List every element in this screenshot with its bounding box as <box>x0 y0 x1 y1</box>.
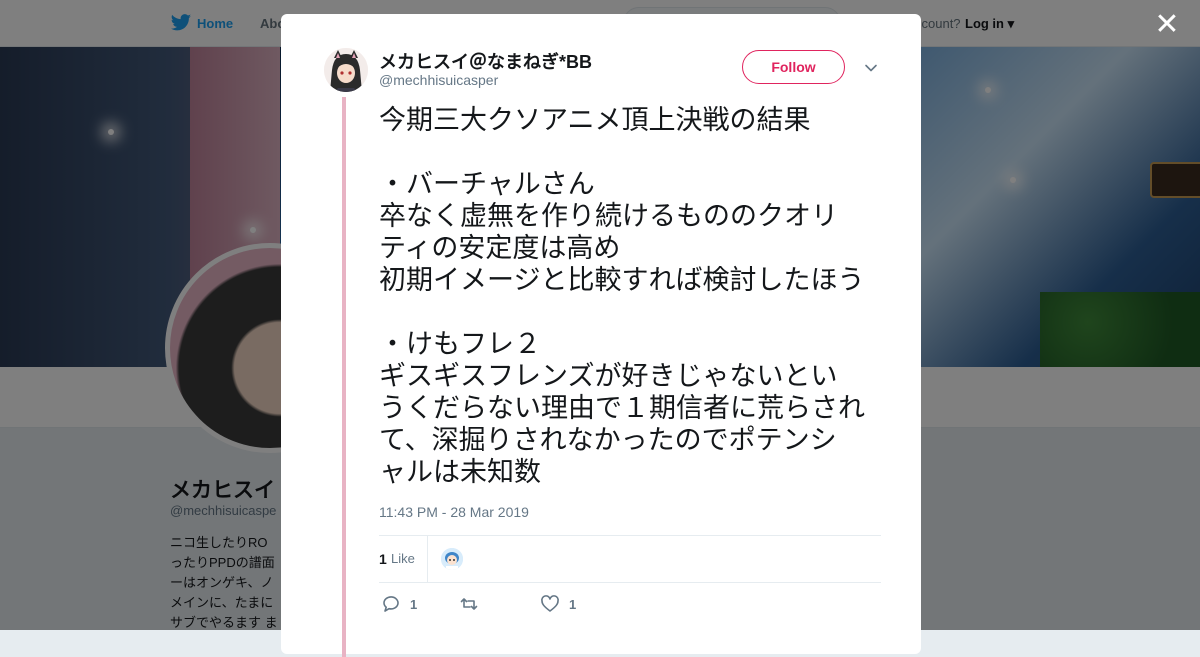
like-action-count: 1 <box>569 596 577 612</box>
liker-avatar-illustration <box>441 548 463 570</box>
follow-button[interactable]: Follow <box>742 50 845 84</box>
tweet-author-handle[interactable]: @mechhisuicasper <box>379 72 498 88</box>
reply-count: 1 <box>410 596 418 612</box>
tweet-author-name[interactable]: メカヒスイ＠なまねぎ*BB <box>379 48 592 74</box>
likes-label[interactable]: Like <box>391 551 415 566</box>
tweet-modal: メカヒスイ＠なまねぎ*BB @mechhisuicasper Follow 今期… <box>281 14 921 657</box>
thread-line <box>342 97 346 657</box>
tweet-stats: 1 Like <box>379 535 881 583</box>
tweet-actions: 1 1 <box>379 592 881 616</box>
tweet-timestamp[interactable]: 11:43 PM - 28 Mar 2019 <box>379 504 529 520</box>
stats-divider <box>427 536 428 582</box>
likes-count[interactable]: 1 <box>379 551 387 567</box>
retweet-icon <box>460 598 478 610</box>
reply-button[interactable]: 1 <box>381 592 417 616</box>
heart-icon <box>541 595 559 612</box>
reply-icon <box>383 596 399 612</box>
chevron-down-icon[interactable] <box>863 60 879 76</box>
tweet-author-avatar[interactable] <box>324 48 368 92</box>
liker-avatar[interactable] <box>441 548 463 570</box>
like-button[interactable]: 1 <box>540 592 576 616</box>
retweet-button[interactable] <box>459 592 488 616</box>
tweet-text: 今期三大クソアニメ頂上決戦の結果 ・バーチャルさん 卒なく虚無を作り続けるものの… <box>379 105 865 487</box>
close-icon[interactable]: ✕ <box>1154 10 1180 40</box>
avatar-illustration <box>324 48 368 92</box>
